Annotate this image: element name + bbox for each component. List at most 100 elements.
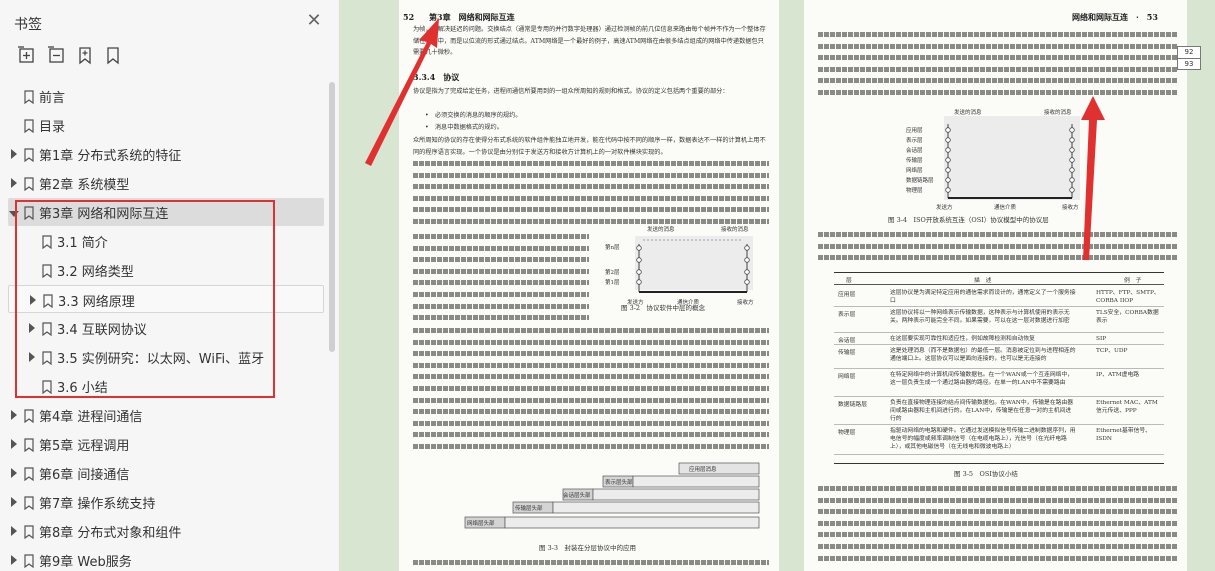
- bookmark-icon: [24, 495, 34, 511]
- sidebar-item[interactable]: 3.5 实例研究：以太网、WiFi、蓝牙: [8, 343, 324, 371]
- sidebar-scrollbar[interactable]: [329, 82, 335, 352]
- collapse-all-icon[interactable]: [48, 46, 66, 66]
- figure-3-4: 发送的消息 接收的消息 应用层 表示层 会话层 传输层 网络层 数据链路层 物理…: [884, 108, 1106, 212]
- table-cell-layer: 传输层: [838, 350, 856, 356]
- bookmark-icon: [42, 350, 52, 366]
- chevron-right-icon[interactable]: [11, 178, 17, 188]
- bookmark-icon: [24, 553, 34, 569]
- sidebar-item-label: 前言: [39, 91, 66, 106]
- chevron-right-icon[interactable]: [11, 497, 17, 507]
- bookmark-icon[interactable]: [104, 46, 122, 66]
- chevron-down-icon[interactable]: [9, 211, 19, 217]
- fig4-layer-datalink: 数据链路层: [906, 178, 934, 184]
- sidebar-header: 书签 ✕: [0, 0, 339, 44]
- sidebar-item[interactable]: 第4章 进程间通信: [8, 401, 324, 429]
- sidebar-item-label: 第4章 进程间通信: [39, 410, 143, 425]
- table-cell-layer: 物理层: [838, 430, 856, 436]
- sidebar-item[interactable]: 3.1 简介: [8, 227, 324, 255]
- table-header-layer: 层: [846, 278, 852, 284]
- chevron-right-icon[interactable]: [29, 352, 35, 362]
- bookmark-icon: [24, 89, 34, 105]
- page-current: 92: [1184, 48, 1194, 56]
- sidebar-item-label: 第1章 分布式系统的特征: [39, 149, 182, 164]
- fig4-layer-presentation: 表示层: [906, 138, 923, 144]
- sidebar-item[interactable]: 3.3 网络原理: [8, 285, 324, 313]
- table-cell-description: 这层协议将以一种网络表示传输数据，这种表示与计算机使用的表示无关。两种表示可能完…: [890, 310, 1070, 324]
- expand-all-icon[interactable]: [18, 46, 36, 66]
- chevron-right-icon[interactable]: [11, 439, 17, 449]
- page-number-left: 52: [403, 12, 415, 22]
- table-row: 传输层 这是处理消息（而不是数据包）的最低一层。消息被定位到与进程相连的通信端口上…: [834, 345, 1164, 369]
- text-block: [413, 560, 769, 571]
- table-cell-example: Ethernet基带信号、ISDN: [1096, 428, 1151, 442]
- chevron-right-icon[interactable]: [11, 555, 17, 565]
- fig4-layer-physical: 物理层: [906, 188, 923, 194]
- table-cell-description: 指驱动网络的电路和硬件。它通过发送模拟信号传输二进制数据序列，用电信号的幅度或频…: [890, 428, 1076, 450]
- fig4-layer-application: 应用层: [906, 128, 923, 134]
- table-row: 会话层 在这层要实现可靠性和适应性，例如故障检测和自动恢复 SIP: [834, 333, 1164, 345]
- document-viewer[interactable]: 52 第3章 网络和网际互连 为帧，来解决延迟的问题。交换结点（通常是专用的并行…: [341, 0, 1215, 571]
- text-block: [818, 486, 1178, 571]
- bookmark-icon: [24, 176, 34, 192]
- sidebar-item[interactable]: 第5章 远程调用: [8, 430, 324, 458]
- bookmark-icon: [24, 118, 34, 134]
- bullet-1: • 必须交换的消息的顺序的规约。: [425, 112, 522, 119]
- chevron-right-icon[interactable]: [11, 410, 17, 420]
- table-cell-description: 负责在直接物理连接的结点间传输数据包。在WAN中，传输是在路由器间或路由器和主机…: [890, 400, 1074, 422]
- sidebar-item[interactable]: 第8章 分布式对象和组件: [8, 517, 324, 545]
- table-header-description: 描 述: [974, 278, 992, 284]
- table-cell-layer: 网络层: [838, 374, 856, 380]
- sidebar-item-label: 3.6 小结: [57, 381, 108, 396]
- sidebar-item[interactable]: 前言: [8, 82, 324, 110]
- table-cell-example: TLS安全，CORBA数据表示: [1096, 310, 1159, 324]
- osi-summary-table: 层 描 述 例 子 应用层 这层协议是为满足特定应用的通信需求而设计的，通常定义了…: [834, 272, 1164, 464]
- bookmark-icon: [43, 293, 53, 309]
- page-header-left: 第3章 网络和网际互连: [429, 12, 515, 22]
- sidebar-item-label: 目录: [39, 120, 66, 135]
- fig2-received-label: 接收的消息: [721, 227, 749, 233]
- sidebar-item-label: 第8章 分布式对象和组件: [39, 526, 182, 541]
- sidebar-item[interactable]: 3.2 网络类型: [8, 256, 324, 284]
- page-left: 52 第3章 网络和网际互连 为帧，来解决延迟的问题。交换结点（通常是专用的并行…: [399, 0, 779, 571]
- page-right: 网络和网际互连 · 53 发送的消息 接收的消息 应用层 表示层 会话层 传输层…: [804, 0, 1187, 571]
- table-row: 数据链路层 负责在直接物理连接的结点间传输数据包。在WAN中，传输是在路由器间或路…: [834, 397, 1164, 425]
- chevron-right-icon[interactable]: [11, 526, 17, 536]
- table-cell-layer: 应用层: [838, 292, 856, 298]
- chevron-right-icon[interactable]: [11, 149, 17, 159]
- sidebar-item[interactable]: 第6章 间接通信: [8, 459, 324, 487]
- table-cell-example: SIP: [1096, 336, 1107, 342]
- sidebar-item[interactable]: 目录: [8, 111, 324, 139]
- chevron-right-icon[interactable]: [11, 468, 17, 478]
- fig3-app-msg: 应用层消息: [689, 467, 717, 473]
- page-header-right: 网络和网际互连 · 53: [1072, 12, 1158, 22]
- text-block: [818, 232, 1178, 266]
- sidebar-item-label: 3.4 互联网协议: [57, 323, 147, 338]
- sidebar-item[interactable]: 第3章 网络和网际互连: [8, 198, 324, 226]
- sidebar-item[interactable]: 第1章 分布式系统的特征: [8, 140, 324, 168]
- figure-3-2: 发送的消息 接收的消息 第n层 第2层 第1层 发送方 通信介质 接收方: [599, 222, 771, 314]
- table-cell-example: TCP、UDP: [1096, 348, 1128, 354]
- fig3-session-header: 会话层头部: [563, 493, 591, 499]
- figure-3-3-caption: 图 3-3 封装在分层协议中的应用: [539, 544, 637, 552]
- bookmark-icon: [42, 321, 52, 337]
- sidebar-item-label: 第3章 网络和网际互连: [39, 207, 169, 222]
- table-cell-layer: 数据链路层: [838, 402, 867, 408]
- figure-3-3: 应用层消息 表示层头部 会话层头部 传输层头部 网络层头部: [435, 462, 761, 534]
- bookmark-icon: [42, 234, 52, 250]
- text-block: [413, 328, 769, 456]
- close-icon[interactable]: ✕: [305, 12, 323, 30]
- sidebar-item[interactable]: 第2章 系统模型: [8, 169, 324, 197]
- chevron-right-icon[interactable]: [29, 323, 35, 333]
- chevron-right-icon[interactable]: [30, 295, 36, 305]
- sidebar-title: 书签: [14, 17, 42, 33]
- sidebar-item[interactable]: 第7章 操作系统支持: [8, 488, 324, 516]
- table-cell-example: HTTP、FTP、SMTP、CORBA IIOP: [1096, 290, 1160, 304]
- sidebar-item[interactable]: 3.6 小结: [8, 372, 324, 400]
- table-header: 层 描 述 例 子: [834, 273, 1164, 285]
- sidebar-item[interactable]: 3.4 互联网协议: [8, 314, 324, 342]
- add-bookmark-icon[interactable]: [76, 46, 94, 66]
- fig4-received-label: 接收的消息: [1044, 110, 1072, 116]
- fig4-sender: 发送方: [936, 205, 953, 211]
- sidebar-item[interactable]: 第9章 Web服务: [8, 546, 324, 571]
- figure-3-2-caption: 图 3-2 协议软件中层的概念: [621, 304, 706, 312]
